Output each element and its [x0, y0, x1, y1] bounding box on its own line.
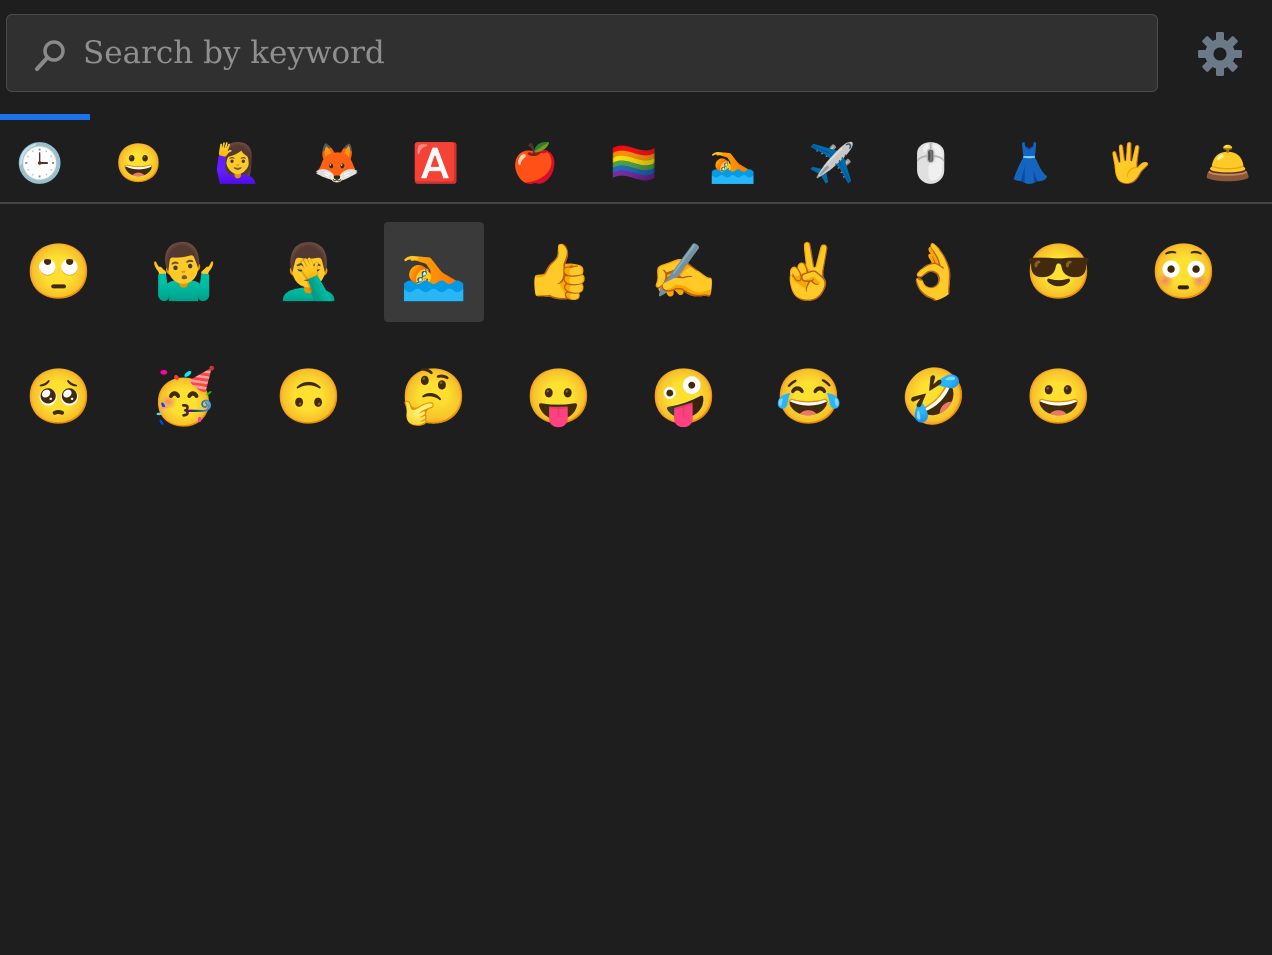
tab-objects[interactable]: 🖱️	[907, 139, 955, 187]
search-input[interactable]	[83, 29, 1133, 77]
emoji-zany-face[interactable]: 🤪	[634, 347, 734, 447]
clock-icon: 🕒	[16, 141, 64, 185]
search-box[interactable]	[6, 14, 1158, 92]
search-icon	[35, 40, 65, 71]
emoji-upside-down-face[interactable]: 🙃	[259, 347, 359, 447]
emoji-pleading-face[interactable]: 🥺	[9, 347, 109, 447]
toolbar	[0, 0, 1272, 110]
emoji-glyph: 🤪	[650, 365, 718, 428]
apple-icon: 🍎	[511, 141, 559, 185]
tab-clothing[interactable]: 👗	[1006, 139, 1054, 187]
emoji-face-with-tongue[interactable]: 😛	[509, 347, 609, 447]
emoji-glyph: 🤔	[400, 365, 468, 428]
tab-recent[interactable]: 🕒	[16, 139, 64, 187]
emoji-victory-hand[interactable]: ✌️	[759, 222, 859, 322]
emoji-glyph: 👌	[900, 240, 968, 303]
tab-activities[interactable]: 🏊	[709, 139, 757, 187]
smiley-icon: 😀	[115, 141, 163, 185]
emoji-glyph: 🤣	[900, 365, 968, 428]
raised-hand-icon: 🖐️	[1105, 141, 1153, 185]
emoji-ok-hand[interactable]: 👌	[884, 222, 984, 322]
letter-a-icon: 🅰️	[412, 141, 460, 185]
emoji-thinking-face[interactable]: 🤔	[384, 347, 484, 447]
emoji-man-shrugging[interactable]: 🤷‍♂️	[134, 222, 234, 322]
emoji-smiling-face-with-sunglasses[interactable]: 😎	[1009, 222, 1109, 322]
tab-people[interactable]: 🙋‍♀️	[214, 139, 262, 187]
tab-alerts[interactable]: 🛎️	[1204, 139, 1252, 187]
person-raising-hand-icon: 🙋‍♀️	[214, 141, 262, 185]
tab-animals[interactable]: 🦊	[313, 139, 361, 187]
emoji-glyph: 🙃	[275, 365, 343, 428]
emoji-partying-face[interactable]: 🥳	[134, 347, 234, 447]
airplane-icon: ✈️	[808, 141, 856, 185]
emoji-glyph: 🙄	[25, 240, 93, 303]
emoji-glyph: 🥳	[150, 365, 218, 428]
emoji-glyph: 😎	[1025, 240, 1093, 303]
tab-flags[interactable]: 🏳️‍🌈	[610, 139, 658, 187]
swimmer-icon: 🏊	[709, 141, 757, 185]
category-bar: 🕒 😀 🙋‍♀️ 🦊 🅰️ 🍎 🏳️‍🌈 🏊 ✈️ 🖱️ 👗 🖐️ 🛎️	[0, 124, 1272, 204]
emoji-glyph: ✌️	[775, 240, 843, 303]
emoji-face-with-tears-of-joy[interactable]: 😂	[759, 347, 859, 447]
emoji-glyph: 🤷‍♂️	[150, 240, 218, 303]
tab-travel[interactable]: ✈️	[808, 139, 856, 187]
fox-icon: 🦊	[313, 141, 361, 185]
emoji-glyph: 😳	[1150, 240, 1218, 303]
dress-icon: 👗	[1006, 141, 1054, 185]
emoji-glyph: 😂	[775, 365, 843, 428]
emoji-person-swimming[interactable]: 🏊	[384, 222, 484, 322]
rainbow-flag-icon: 🏳️‍🌈	[610, 141, 658, 185]
bell-icon: 🛎️	[1204, 141, 1252, 185]
emoji-rolling-on-the-floor-laughing[interactable]: 🤣	[884, 347, 984, 447]
tab-food[interactable]: 🍎	[511, 139, 559, 187]
emoji-flushed-face[interactable]: 😳	[1134, 222, 1234, 322]
emoji-grinning-face[interactable]: 😀	[1009, 347, 1109, 447]
emoji-face-with-rolling-eyes[interactable]: 🙄	[9, 222, 109, 322]
emoji-glyph: 🏊	[400, 240, 468, 303]
gear-icon[interactable]	[1196, 30, 1244, 78]
tab-symbols[interactable]: 🅰️	[412, 139, 460, 187]
tab-smileys[interactable]: 😀	[115, 139, 163, 187]
emoji-glyph: ✍️	[650, 240, 718, 303]
emoji-glyph: 😛	[525, 365, 593, 428]
emoji-glyph: 😀	[1025, 365, 1093, 428]
tab-gestures[interactable]: 🖐️	[1105, 139, 1153, 187]
emoji-writing-hand[interactable]: ✍️	[634, 222, 734, 322]
emoji-glyph: 🤦‍♂️	[275, 240, 343, 303]
emoji-glyph: 👍	[525, 240, 593, 303]
emoji-man-facepalming[interactable]: 🤦‍♂️	[259, 222, 359, 322]
mouse-icon: 🖱️	[907, 141, 955, 185]
emoji-thumbs-up[interactable]: 👍	[509, 222, 609, 322]
emoji-glyph: 🥺	[25, 365, 93, 428]
active-category-indicator	[0, 114, 90, 120]
